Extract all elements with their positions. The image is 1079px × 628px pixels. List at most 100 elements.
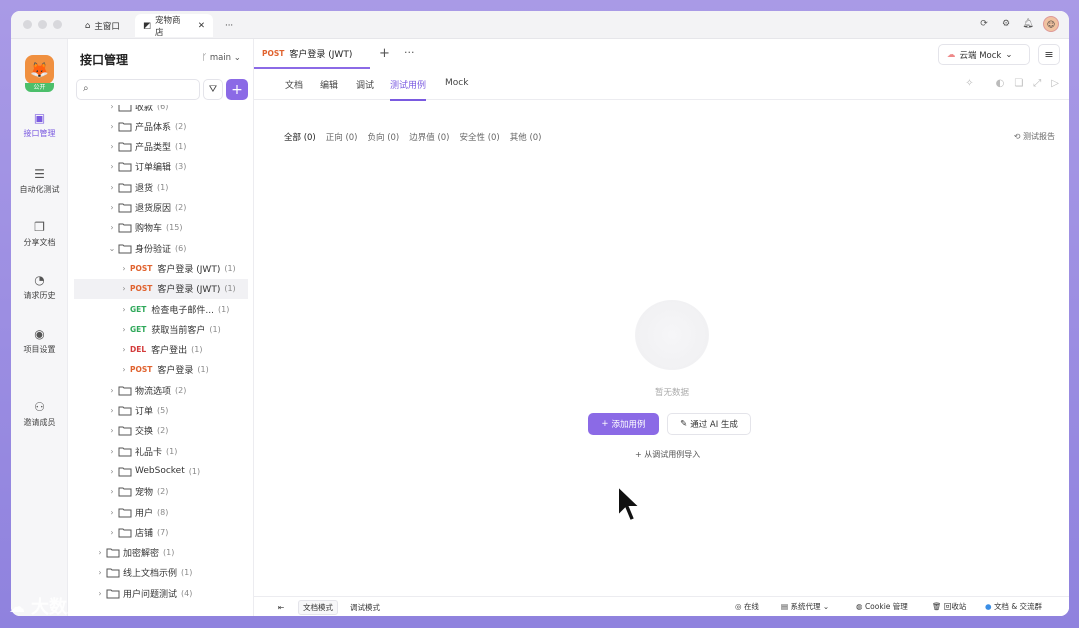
chevron-right-icon[interactable]: › <box>118 325 130 334</box>
chevron-right-icon[interactable]: › <box>106 162 118 171</box>
tab-pet-store[interactable]: ◩ 宠物商店 ✕ <box>135 14 213 38</box>
project-logo[interactable]: 🦊 <box>25 55 54 84</box>
filter-positive[interactable]: 正向 (0) <box>326 131 358 143</box>
cookie-manager[interactable]: ◍ Cookie 管理 <box>856 601 908 612</box>
sync-icon[interactable]: ⟳ <box>977 17 991 31</box>
rail-item-api[interactable]: ▣ 接口管理 <box>11 111 68 139</box>
tree-folder[interactable]: › 礼品卡 (1) <box>106 441 177 461</box>
maximize-dot[interactable] <box>53 20 62 29</box>
tab-debug[interactable]: 调试 <box>356 78 374 91</box>
collapse-icon[interactable]: ⇤ <box>274 600 288 615</box>
rail-item-invite[interactable]: ⚇ 邀请成员 <box>11 400 68 428</box>
magic-icon[interactable]: ✧ <box>965 78 973 89</box>
tree-folder[interactable]: › 产品体系 (2) <box>106 116 186 136</box>
filter-all[interactable]: 全部 (0) <box>284 131 316 143</box>
tab-edit[interactable]: 编辑 <box>320 78 338 91</box>
tree-folder[interactable]: › 店铺 (7) <box>106 522 168 542</box>
env-selector[interactable]: ☁ 云端 Mock ⌄ <box>938 44 1030 65</box>
copy-icon[interactable]: ❏ <box>1014 78 1023 89</box>
docs-community[interactable]: ● 文档 & 交流群 <box>985 601 1042 612</box>
more-tabs[interactable]: ··· <box>217 14 241 37</box>
chevron-down-icon[interactable]: ⌄ <box>106 244 118 253</box>
chevron-right-icon[interactable]: › <box>118 284 130 293</box>
tree-folder[interactable]: › 退货原因 (2) <box>106 198 186 218</box>
chevron-right-icon[interactable]: › <box>106 122 118 131</box>
run-icon[interactable]: ◐ <box>996 78 1005 89</box>
recycle-bin[interactable]: 🗑︎ 回收站 <box>932 601 966 612</box>
close-icon[interactable]: ✕ <box>198 21 205 31</box>
tree-folder[interactable]: › 物流选项 (2) <box>106 380 186 400</box>
chevron-right-icon[interactable]: › <box>106 487 118 496</box>
test-report-link[interactable]: ⟲ 测试报告 <box>1014 131 1055 142</box>
bell-icon[interactable]: 🔔︎ <box>1021 17 1035 31</box>
chevron-right-icon[interactable]: › <box>106 406 118 415</box>
chevron-right-icon[interactable]: › <box>94 548 106 557</box>
ai-generate-button[interactable]: ✎ 通过 AI 生成 <box>667 413 751 435</box>
chevron-right-icon[interactable]: › <box>106 183 118 192</box>
filter-button[interactable]: ⛛ <box>203 79 223 100</box>
gear-icon[interactable]: ⚙ <box>999 17 1013 31</box>
new-tab-button[interactable]: + <box>379 46 390 61</box>
chevron-right-icon[interactable]: › <box>106 223 118 232</box>
chevron-right-icon[interactable]: › <box>118 305 130 314</box>
tree-api-item[interactable]: › POST 客户登录 (JWT) (1) <box>74 278 248 299</box>
tree-folder[interactable]: › 产品类型 (1) <box>106 137 186 157</box>
tree-folder[interactable]: › 退货 (1) <box>106 177 168 197</box>
rail-item-history[interactable]: ◔ 请求历史 <box>11 273 68 301</box>
branch-selector[interactable]: ᚴ main ⌄ <box>202 53 241 63</box>
debug-mode-button[interactable]: 调试模式 <box>346 600 384 615</box>
tree-folder[interactable]: › 用户 (8) <box>106 502 168 522</box>
share-icon[interactable]: ⤢ <box>1033 78 1041 89</box>
add-case-button[interactable]: + 添加用例 <box>588 413 659 435</box>
close-dot[interactable] <box>23 20 32 29</box>
chevron-right-icon[interactable]: › <box>106 203 118 212</box>
tree-folder[interactable]: › WebSocket (1) <box>106 461 200 481</box>
tree-folder[interactable]: › 线上文档示例 (1) <box>94 563 192 583</box>
chevron-right-icon[interactable]: › <box>106 105 118 111</box>
tree-folder[interactable]: › 收款 (6) <box>106 105 168 116</box>
tree-api-item[interactable]: › GET 获取当前客户 (1) <box>118 319 220 339</box>
filter-security[interactable]: 安全性 (0) <box>460 131 500 143</box>
chevron-right-icon[interactable]: › <box>106 467 118 476</box>
tab-main-window[interactable]: ⌂ 主窗口 <box>77 14 128 37</box>
chevron-right-icon[interactable]: › <box>106 508 118 517</box>
filter-negative[interactable]: 负向 (0) <box>368 131 400 143</box>
tree-folder[interactable]: › 宠物 (2) <box>106 482 168 502</box>
proxy-selector[interactable]: ▤ 系统代理 ⌄ <box>781 601 829 612</box>
tree-folder[interactable]: › 订单 (5) <box>106 401 168 421</box>
add-button[interactable]: + <box>226 79 248 100</box>
rail-item-share-docs[interactable]: ❐ 分享文档 <box>11 220 68 248</box>
tab-mock[interactable]: Mock <box>445 78 468 88</box>
minimize-dot[interactable] <box>38 20 47 29</box>
chevron-right-icon[interactable]: › <box>118 345 130 354</box>
tree-api-item[interactable]: › GET 检查电子邮件... (1) <box>118 299 229 319</box>
search-input[interactable]: ⌕ <box>76 79 200 100</box>
tree-folder[interactable]: › 交换 (2) <box>106 421 168 441</box>
tree-api-item[interactable]: › POST 客户登录 (1) <box>118 360 208 380</box>
import-from-debug-link[interactable]: + 从调试用例导入 <box>635 449 700 460</box>
rail-item-automation[interactable]: ☰ 自动化测试 <box>11 167 68 195</box>
tree-folder[interactable]: › 订单编辑 (3) <box>106 157 186 177</box>
tree-folder[interactable]: › 加密解密 (1) <box>94 543 174 563</box>
tab-docs[interactable]: 文档 <box>285 78 303 91</box>
chevron-right-icon[interactable]: › <box>106 142 118 151</box>
tab-more-button[interactable]: ··· <box>404 46 415 59</box>
tab-test-cases[interactable]: 测试用例 <box>390 78 427 101</box>
chevron-right-icon[interactable]: › <box>106 386 118 395</box>
tree-api-item[interactable]: › DEL 客户登出 (1) <box>118 340 202 360</box>
chevron-right-icon[interactable]: › <box>94 568 106 577</box>
doc-mode-button[interactable]: 文档模式 <box>298 600 338 615</box>
doc-tab[interactable]: POST 客户登录 (JWT) <box>254 39 370 69</box>
avatar[interactable]: ☺ <box>1043 16 1059 32</box>
chevron-right-icon[interactable]: › <box>106 426 118 435</box>
chevron-right-icon[interactable]: › <box>106 528 118 537</box>
tree-folder[interactable]: › 购物车 (15) <box>106 218 182 238</box>
tree-api-item[interactable]: › POST 客户登录 (JWT) (1) <box>118 258 235 278</box>
online-status[interactable]: ◎ 在线 <box>735 601 759 612</box>
chevron-right-icon[interactable]: › <box>118 365 130 374</box>
tree-folder[interactable]: ⌄ 身份验证 (6) <box>106 238 187 258</box>
chevron-right-icon[interactable]: › <box>118 264 130 273</box>
menu-button[interactable]: ≡ <box>1038 44 1060 65</box>
rail-item-settings[interactable]: ◉ 项目设置 <box>11 327 68 355</box>
chevron-right-icon[interactable]: › <box>106 447 118 456</box>
